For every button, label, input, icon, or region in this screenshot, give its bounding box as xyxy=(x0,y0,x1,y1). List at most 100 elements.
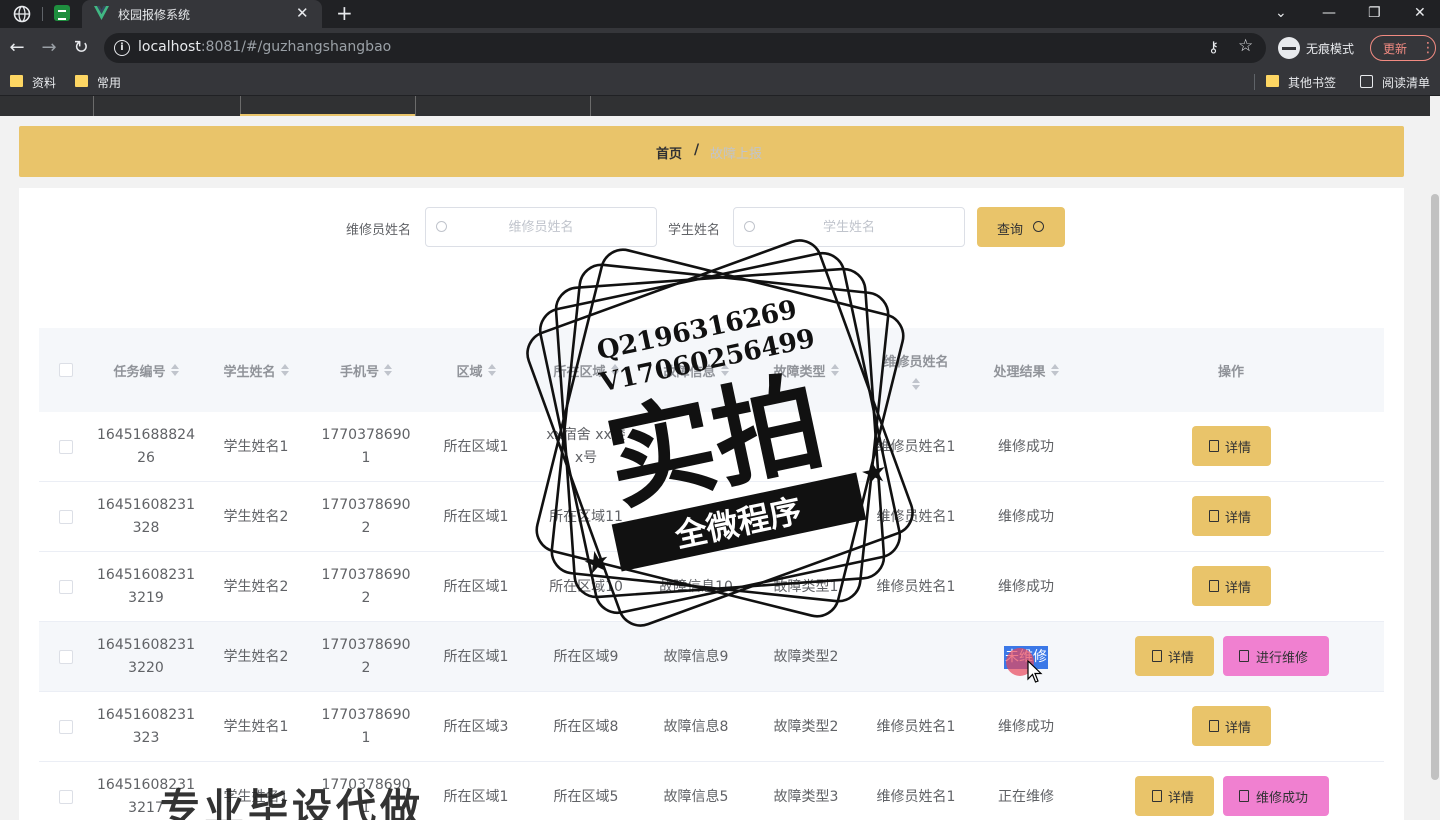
folder-icon[interactable] xyxy=(75,75,88,87)
bottom-watermark: 专业毕设代做 xyxy=(160,786,424,820)
nav-divider xyxy=(93,96,94,116)
col-phone[interactable]: 手机号 xyxy=(311,328,421,412)
reading-list-icon[interactable] xyxy=(1360,75,1373,88)
browser-tab-strip: 校园报修系统 ✕ + ⌄ — ❐ ✕ xyxy=(0,0,1440,28)
cell-task-id: 16451608231 328 xyxy=(91,482,201,552)
detail-label: 详情 xyxy=(1225,511,1252,526)
col-task-id[interactable]: 任务编号 xyxy=(91,328,201,412)
folder-icon[interactable] xyxy=(10,75,23,87)
bookmark-separator xyxy=(1254,74,1255,90)
search-icon xyxy=(744,221,755,232)
location-line: 所在区域5 xyxy=(553,788,619,805)
task-id-line: 16451608231 xyxy=(97,637,195,653)
table-row[interactable]: 16451608231 3220 学生姓名2 1770378690 2 所在区域1 … xyxy=(39,622,1384,692)
detail-button[interactable]: 详情 xyxy=(1135,636,1214,676)
document-icon xyxy=(1152,790,1162,802)
incognito-icon[interactable] xyxy=(1278,37,1300,59)
url-field[interactable]: i localhost:8081/#/guzhangshangbao ⚷ ☆ xyxy=(104,33,1266,63)
reading-list[interactable]: 阅读清单 xyxy=(1382,74,1430,91)
row-checkbox[interactable] xyxy=(59,790,73,804)
window-close-icon[interactable]: ✕ xyxy=(1414,3,1426,23)
cell-area: 所在区域1 xyxy=(443,648,509,665)
globe-icon[interactable] xyxy=(13,5,31,23)
sort-caret-icon[interactable] xyxy=(170,364,179,376)
query-button[interactable]: 查询 xyxy=(977,207,1065,247)
query-label: 查询 xyxy=(997,223,1024,238)
row-checkbox[interactable] xyxy=(59,650,73,664)
folder-icon[interactable] xyxy=(1266,75,1279,87)
start-repair-label: 进行维修 xyxy=(1256,651,1309,666)
breadcrumb-home[interactable]: 首页 xyxy=(656,143,682,162)
update-button[interactable]: 更新 ⋮ xyxy=(1370,35,1436,61)
bookmark-star-icon[interactable]: ☆ xyxy=(1238,36,1253,56)
new-tab-icon[interactable]: + xyxy=(336,1,353,25)
sort-caret-icon[interactable] xyxy=(384,364,392,376)
detail-label: 详情 xyxy=(1225,441,1252,456)
other-bookmarks[interactable]: 其他书签 xyxy=(1288,74,1336,91)
cell-area: 所在区域1 xyxy=(443,578,509,595)
select-all-checkbox[interactable] xyxy=(59,363,73,377)
vue-logo-icon xyxy=(94,6,109,20)
tab-search-chevron-icon[interactable]: ⌄ xyxy=(1275,3,1287,23)
col-student-name[interactable]: 学生姓名 xyxy=(201,328,311,412)
cell-task-id: 16451608231 3220 xyxy=(91,622,201,692)
sort-caret-icon[interactable] xyxy=(487,364,496,376)
repair-success-button[interactable]: 维修成功 xyxy=(1223,776,1329,816)
document-icon xyxy=(1209,580,1219,592)
task-id-line: 16451608231 xyxy=(97,567,195,583)
site-info-icon[interactable]: i xyxy=(114,40,130,56)
bookmark-ziliao[interactable]: 资料 xyxy=(32,74,56,91)
header-label: 学生姓名 xyxy=(223,364,276,380)
cell-type: 故障类型2 xyxy=(773,648,839,665)
minimize-icon[interactable]: — xyxy=(1322,3,1336,23)
mouse-cursor-icon xyxy=(1027,660,1043,683)
sort-caret-icon[interactable] xyxy=(1050,364,1059,376)
task-id-line: 328 xyxy=(132,520,160,536)
detail-button[interactable]: 详情 xyxy=(1192,706,1271,746)
tab-separator xyxy=(42,7,43,21)
document-icon xyxy=(1209,510,1219,522)
cell-location: 所在区域8 xyxy=(531,692,641,762)
phone-line: 1770378690 xyxy=(321,637,411,653)
detail-button[interactable]: 详情 xyxy=(1192,426,1271,466)
sheets-tab-icon[interactable] xyxy=(54,5,70,21)
col-area[interactable]: 区域 xyxy=(421,328,531,412)
restore-icon[interactable]: ❐ xyxy=(1368,3,1381,23)
cell-student: 学生姓名2 xyxy=(223,508,289,525)
tab-active[interactable]: 校园报修系统 ✕ xyxy=(82,0,322,28)
phone-line: 1770378690 xyxy=(321,707,411,723)
nav-item-active[interactable] xyxy=(240,96,416,116)
detail-button[interactable]: 详情 xyxy=(1192,496,1271,536)
detail-label: 详情 xyxy=(1225,581,1252,596)
task-id-line: 26 xyxy=(137,450,155,466)
phone-line: 2 xyxy=(361,520,371,536)
scrollbar-thumb[interactable] xyxy=(1431,194,1439,780)
cell-result: 维修成功 xyxy=(998,578,1054,595)
key-icon[interactable]: ⚷ xyxy=(1208,38,1219,56)
detail-button[interactable]: 详情 xyxy=(1192,566,1271,606)
trash-icon xyxy=(1239,650,1249,662)
detail-button[interactable]: 详情 xyxy=(1135,776,1214,816)
table-row[interactable]: 16451608231 323 学生姓名1 1770378690 1 所在区域3 所… xyxy=(39,692,1384,762)
bookmark-changyong[interactable]: 常用 xyxy=(97,74,121,91)
menu-dots-icon[interactable]: ⋮ xyxy=(1421,38,1435,58)
detail-label: 详情 xyxy=(1168,791,1195,806)
row-checkbox[interactable] xyxy=(59,580,73,594)
forward-icon[interactable]: → xyxy=(37,36,61,60)
cell-result: 维修成功 xyxy=(998,508,1054,525)
back-icon[interactable]: ← xyxy=(5,36,29,60)
sort-caret-icon[interactable] xyxy=(280,364,289,376)
top-nav xyxy=(0,96,1430,116)
cell-result: 正在维修 xyxy=(998,788,1054,805)
cell-area: 所在区域1 xyxy=(443,788,509,805)
student-label: 学生姓名 xyxy=(668,223,721,238)
start-repair-button[interactable]: 进行维修 xyxy=(1223,636,1329,676)
row-checkbox[interactable] xyxy=(59,440,73,454)
header-label: 区域 xyxy=(456,364,483,380)
row-checkbox[interactable] xyxy=(59,510,73,524)
col-result[interactable]: 处理结果 xyxy=(971,328,1081,412)
tab-close-icon[interactable]: ✕ xyxy=(296,4,309,22)
page-scrollbar[interactable] xyxy=(1430,96,1440,820)
row-checkbox[interactable] xyxy=(59,720,73,734)
reload-icon[interactable]: ↻ xyxy=(69,36,93,60)
